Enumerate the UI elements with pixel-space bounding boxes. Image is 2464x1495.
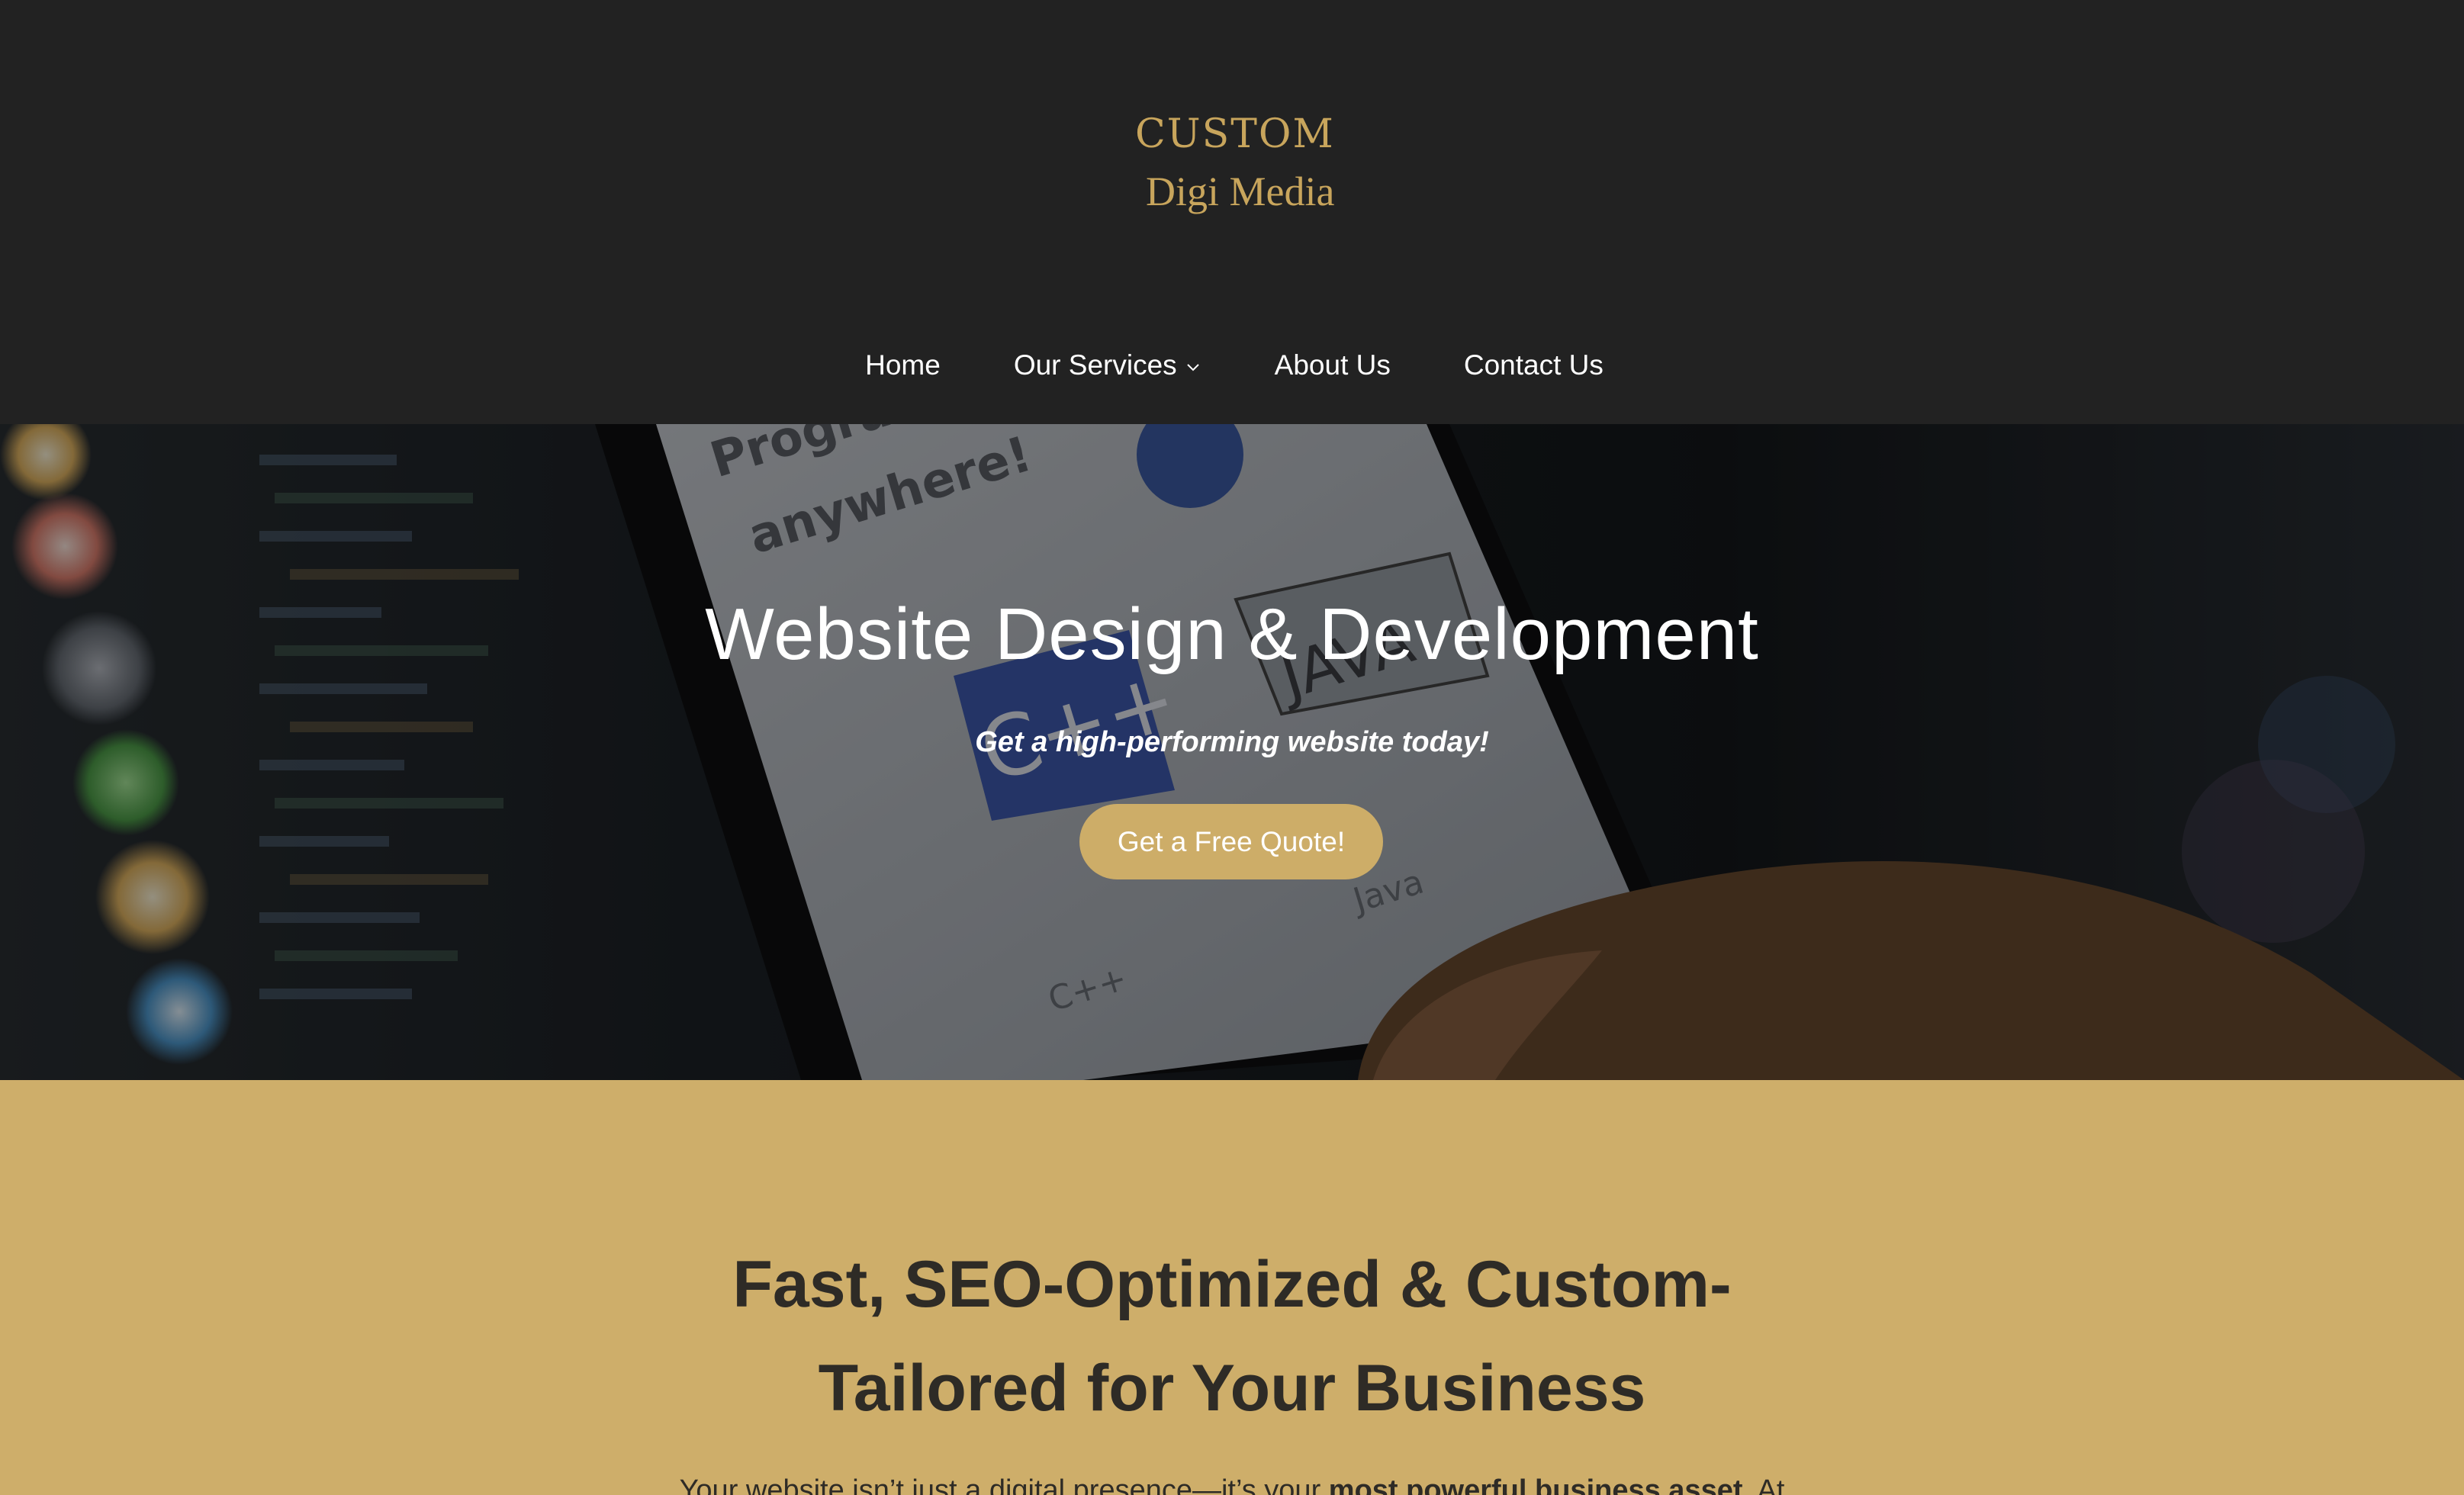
nav-item-home[interactable]: Home — [865, 349, 941, 381]
intro-paragraph: Your website isn’t just a digital presen… — [622, 1469, 1842, 1495]
nav-item-our-services[interactable]: Our Services — [1014, 349, 1201, 381]
nav-item-label: Home — [865, 349, 941, 381]
main-navigation: Home Our Services About Us Contact Us — [0, 339, 2464, 392]
intro-section: Fast, SEO-Optimized & Custom-Tailored fo… — [0, 1080, 2464, 1495]
brand-logo[interactable]: CUSTOM Digi Media — [1135, 111, 1335, 221]
hero-subtitle: Get a high-performing website today! — [975, 726, 1489, 758]
hero-section: Program anywhere! C++ JAVA C++ Java Webs… — [0, 424, 2464, 1080]
nav-item-label: Our Services — [1013, 349, 1177, 381]
get-free-quote-button[interactable]: Get a Free Quote! — [1079, 804, 1383, 879]
logo-text-digi-media: Digi Media — [1146, 169, 1335, 214]
intro-paragraph-text: Your website isn’t just a digital presen… — [679, 1474, 1329, 1495]
site-header: CUSTOM Digi Media Home Our Services Abou… — [0, 0, 2464, 424]
nav-item-label: Contact Us — [1463, 349, 1604, 381]
nav-item-label: About Us — [1274, 349, 1391, 381]
nav-item-about-us[interactable]: About Us — [1275, 349, 1391, 381]
intro-heading: Fast, SEO-Optimized & Custom-Tailored fo… — [732, 1248, 1732, 1425]
chevron-down-icon — [1186, 364, 1199, 371]
intro-paragraph-text-end: . At — [1742, 1474, 1785, 1495]
intro-paragraph-emphasis: most powerful business asset — [1328, 1474, 1743, 1495]
nav-item-contact-us[interactable]: Contact Us — [1464, 349, 1604, 381]
logo-text-custom: CUSTOM — [1135, 111, 1335, 157]
hero-title: Website Design & Development — [705, 593, 1759, 675]
